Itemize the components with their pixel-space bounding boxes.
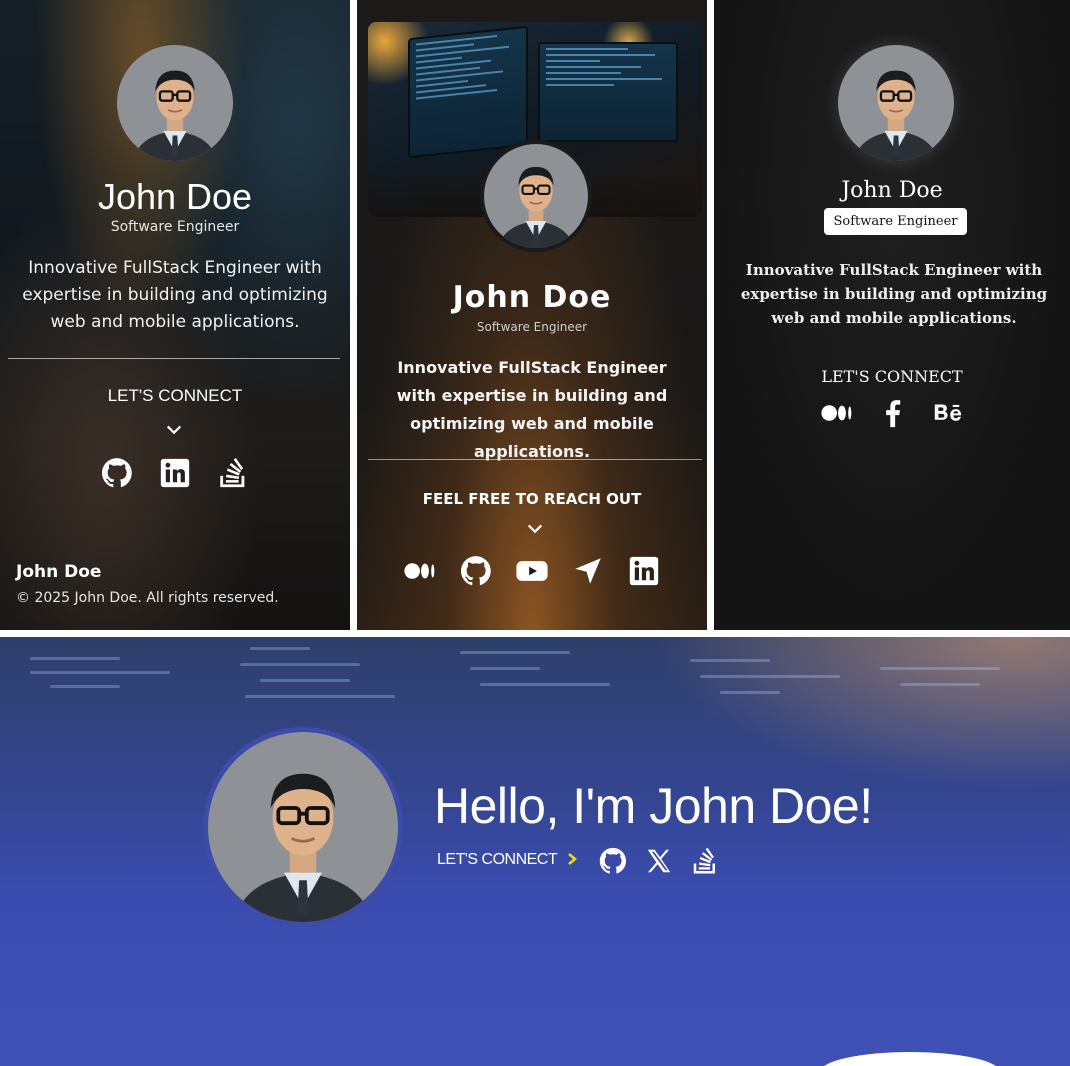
profile-name: John Doe: [452, 280, 612, 315]
avatar: [117, 45, 233, 161]
profile-role: Software Engineer: [110, 219, 240, 235]
profile-card-2: John Doe Software Engineer Innovative Fu…: [357, 0, 707, 630]
profile-photo: [117, 45, 233, 161]
connect-label: LET'S CONNECT: [821, 367, 963, 386]
copyright-text: © 2025 John Doe. All rights reserved.: [16, 590, 279, 606]
avatar: [203, 727, 403, 927]
connect-label: FEEL FREE TO REACH OUT: [422, 490, 642, 508]
profile-card-1: John Doe Software Engineer Innovative Fu…: [0, 0, 350, 630]
chevron-down-icon: [166, 425, 182, 435]
profile-role: Software Engineer: [476, 320, 588, 334]
divider: [368, 459, 702, 460]
chevron-down-icon: [527, 524, 543, 534]
navigation-icon[interactable]: [571, 554, 605, 588]
decorative-curve: [820, 1052, 1000, 1066]
x-icon[interactable]: [644, 846, 674, 876]
profile-bio: Innovative FullStack Engineer with exper…: [740, 261, 1048, 327]
profile-photo: [208, 732, 398, 922]
hero-section: Hello, I'm John Doe! LET'S CONNECT: [0, 637, 1070, 1066]
stackoverflow-icon[interactable]: [216, 456, 250, 490]
social-links: [820, 396, 966, 430]
medium-icon[interactable]: [403, 554, 437, 588]
stackoverflow-icon[interactable]: [690, 846, 720, 876]
linkedin-icon[interactable]: [627, 554, 661, 588]
social-links: [100, 456, 250, 490]
social-links: [598, 846, 720, 876]
profile-bio: Innovative FullStack Engineer with exper…: [396, 358, 668, 461]
background-code-image: [0, 637, 1070, 887]
footer-name: John Doe: [16, 562, 102, 582]
profile-bio: Innovative FullStack Engineer with exper…: [22, 258, 328, 332]
profile-name: John Doe: [841, 178, 943, 203]
medium-icon[interactable]: [820, 396, 854, 430]
avatar: [838, 45, 954, 161]
youtube-icon[interactable]: [515, 554, 549, 588]
role-badge: Software Engineer: [824, 208, 967, 235]
hero-title: Hello, I'm John Doe!: [434, 778, 873, 834]
github-icon[interactable]: [459, 554, 493, 588]
chevron-right-icon: [568, 853, 577, 865]
connect-label: LET'S CONNECT: [107, 386, 243, 405]
connect-label: LET'S CONNECT: [437, 851, 558, 868]
profile-name: John Doe: [97, 176, 253, 217]
profile-photo: [484, 144, 588, 248]
github-icon[interactable]: [598, 846, 628, 876]
facebook-icon[interactable]: [876, 396, 910, 430]
avatar: [480, 140, 592, 252]
behance-icon[interactable]: [932, 396, 966, 430]
linkedin-icon[interactable]: [158, 456, 192, 490]
profile-photo: [838, 45, 954, 161]
social-links: [403, 554, 661, 588]
github-icon[interactable]: [100, 456, 134, 490]
profile-card-3: John Doe Software Engineer Innovative Fu…: [714, 0, 1070, 630]
divider: [8, 358, 340, 359]
